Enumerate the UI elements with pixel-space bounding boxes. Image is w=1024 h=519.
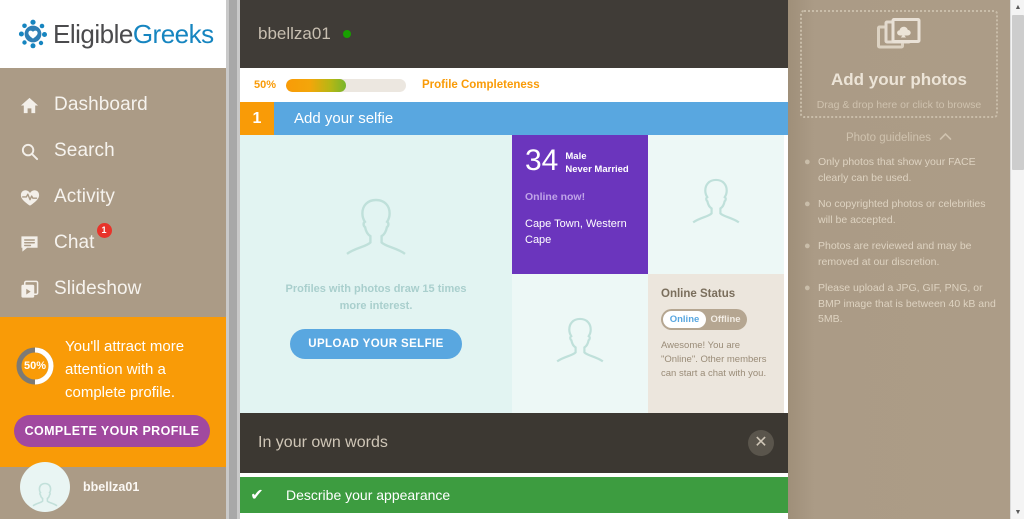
profile-marital: Never Married [565,164,629,175]
guideline-item: ● Please upload a JPG, GIF, PNG, or BMP … [804,281,998,328]
sidebar-item-dashboard[interactable]: Dashboard [0,82,226,128]
selfie-hint: Profiles with photos draw 15 times more … [285,282,467,312]
person-silhouette-icon [543,311,617,376]
toggle-option-online[interactable]: Online [663,311,706,328]
sidebar-user-name: bbellza01 [83,480,140,494]
scroll-down-arrow-icon[interactable]: ▼ [1011,505,1024,519]
bullet-icon: ● [804,156,811,168]
completeness-bar-fill [286,78,346,92]
profile-summary-card: 34 Male Never Married Online now! Cape T… [512,135,648,274]
sidebar-nav: Dashboard Search Activity Chat 1 Slidesh… [0,68,226,312]
home-icon [20,96,54,115]
describe-appearance-section[interactable]: ✔ Describe your appearance [240,477,788,513]
in-your-own-words-section[interactable]: In your own words ✕ [240,413,788,473]
photo-guidelines-label: Photo guidelines [845,132,932,144]
complete-profile-promo: 50% You'll attract more attention with a… [0,317,226,467]
slideshow-icon [20,280,54,299]
person-silhouette-icon [679,172,753,237]
bullet-icon: ● [804,198,811,210]
online-status-title: Online Status [661,288,736,300]
completeness-bar [286,78,406,92]
bullet-icon: ● [804,240,811,252]
profile-age: 34 [525,144,559,177]
photo-placeholder-cell[interactable] [648,135,784,274]
check-icon: ✔ [250,487,264,504]
brand-name-part2: Greeks [132,18,214,49]
scrollbar-thumb[interactable] [1012,15,1024,170]
heart-pulse-icon [20,188,54,207]
profile-meta: Male Never Married [565,150,628,176]
step-header: 1 Add your selfie [240,102,788,148]
photo-dropzone[interactable]: Add your photos Drag & drop here or clic… [800,10,998,118]
browser-scrollbar[interactable]: ▲ ▼ [1010,0,1024,519]
search-icon [20,142,54,161]
brand-logo[interactable]: EligibleGreeks [0,0,226,68]
completeness-percent: 50% [254,79,277,91]
guideline-text: Only photos that show your FACE clearly … [818,156,976,184]
chat-bubble-icon [20,234,54,253]
photos-stack-cloud-upload-icon [877,17,921,61]
completeness-label: Profile Completeness [422,79,540,91]
flower-dots-heart-icon [18,19,48,49]
avatar [20,462,70,512]
sidebar-item-chat-text: Chat [54,232,95,253]
online-status-toggle[interactable]: Online Offline [661,309,747,330]
dropzone-subtitle: Drag & drop here or click to browse [816,98,982,111]
person-silhouette-icon [329,190,423,271]
step-title: Add your selfie [274,102,788,135]
completeness-donut-label: 50% [23,360,47,372]
online-status-card: Online Status Online Offline Awesome! Yo… [648,274,784,413]
completeness-donut: 50% [14,345,56,387]
photos-panel: Add your photos Drag & drop here or clic… [788,0,1010,519]
promo-text: You'll attract more attention with a com… [65,338,185,401]
sidebar-item-label: Search [54,140,115,161]
sidebar-item-label: Chat 1 [54,223,112,254]
scroll-up-arrow-icon[interactable]: ▲ [1011,0,1024,14]
photo-guidelines-list: ● Only photos that show your FACE clearl… [800,155,998,328]
sidebar-item-label: Dashboard [54,94,148,115]
photo-guidelines-toggle[interactable]: Photo guidelines [800,132,998,144]
profile-completeness: 50% Profile Completeness [240,68,788,102]
dropzone-title: Add your photos [831,69,967,89]
toggle-option-offline[interactable]: Offline [706,314,745,325]
guideline-text: No copyrighted photos or celebrities wil… [818,198,986,226]
sidebar: EligibleGreeks Dashboard Search Activity… [0,0,226,519]
photo-placeholder-cell[interactable] [512,274,648,413]
guideline-item: ● Only photos that show your FACE clearl… [804,155,998,186]
online-dot-icon [342,30,351,38]
sidebar-item-chat[interactable]: Chat 1 [0,220,226,266]
selfie-upload-cell[interactable]: Profiles with photos draw 15 times more … [240,135,512,413]
complete-profile-button[interactable]: COMPLETE YOUR PROFILE [14,415,210,447]
online-status-description: Awesome! You are "Online". Other members… [661,340,767,379]
chevron-up-icon [939,132,952,144]
close-icon[interactable]: ✕ [748,430,774,456]
brand-name-part1: Eligible [53,18,133,49]
sidebar-item-label: Activity [54,186,115,207]
main-header-username: bbellza01 [258,24,331,43]
sidebar-user[interactable]: bbellza01 [0,455,226,519]
profile-location: Cape Town, Western Cape [525,218,627,246]
guideline-text: Please upload a JPG, GIF, PNG, or BMP im… [818,282,996,325]
photo-grid: Profiles with photos draw 15 times more … [240,135,788,413]
guideline-item: ● Photos are reviewed and may be removed… [804,239,998,270]
main-content: bbellza01 50% Profile Completeness 1 Add… [240,0,788,519]
in-your-own-words-title: In your own words [258,434,388,451]
guideline-text: Photos are reviewed and may be removed a… [818,240,972,268]
main-header: bbellza01 [240,0,788,68]
profile-gender: Male [565,151,587,162]
sidebar-item-search[interactable]: Search [0,128,226,174]
guideline-item: ● No copyrighted photos or celebrities w… [804,197,998,228]
sidebar-item-slideshow[interactable]: Slideshow [0,266,226,312]
brand-name: EligibleGreeks [53,19,214,50]
sidebar-item-label: Slideshow [54,278,142,299]
chat-unread-badge: 1 [96,223,112,238]
profile-online-now: Online now! [525,191,586,203]
step-number: 1 [240,102,274,135]
left-scroll-gutter[interactable] [226,0,240,519]
sidebar-item-activity[interactable]: Activity [0,174,226,220]
describe-appearance-title: Describe your appearance [286,487,451,503]
bullet-icon: ● [804,282,811,294]
upload-selfie-button[interactable]: UPLOAD YOUR SELFIE [290,328,462,359]
